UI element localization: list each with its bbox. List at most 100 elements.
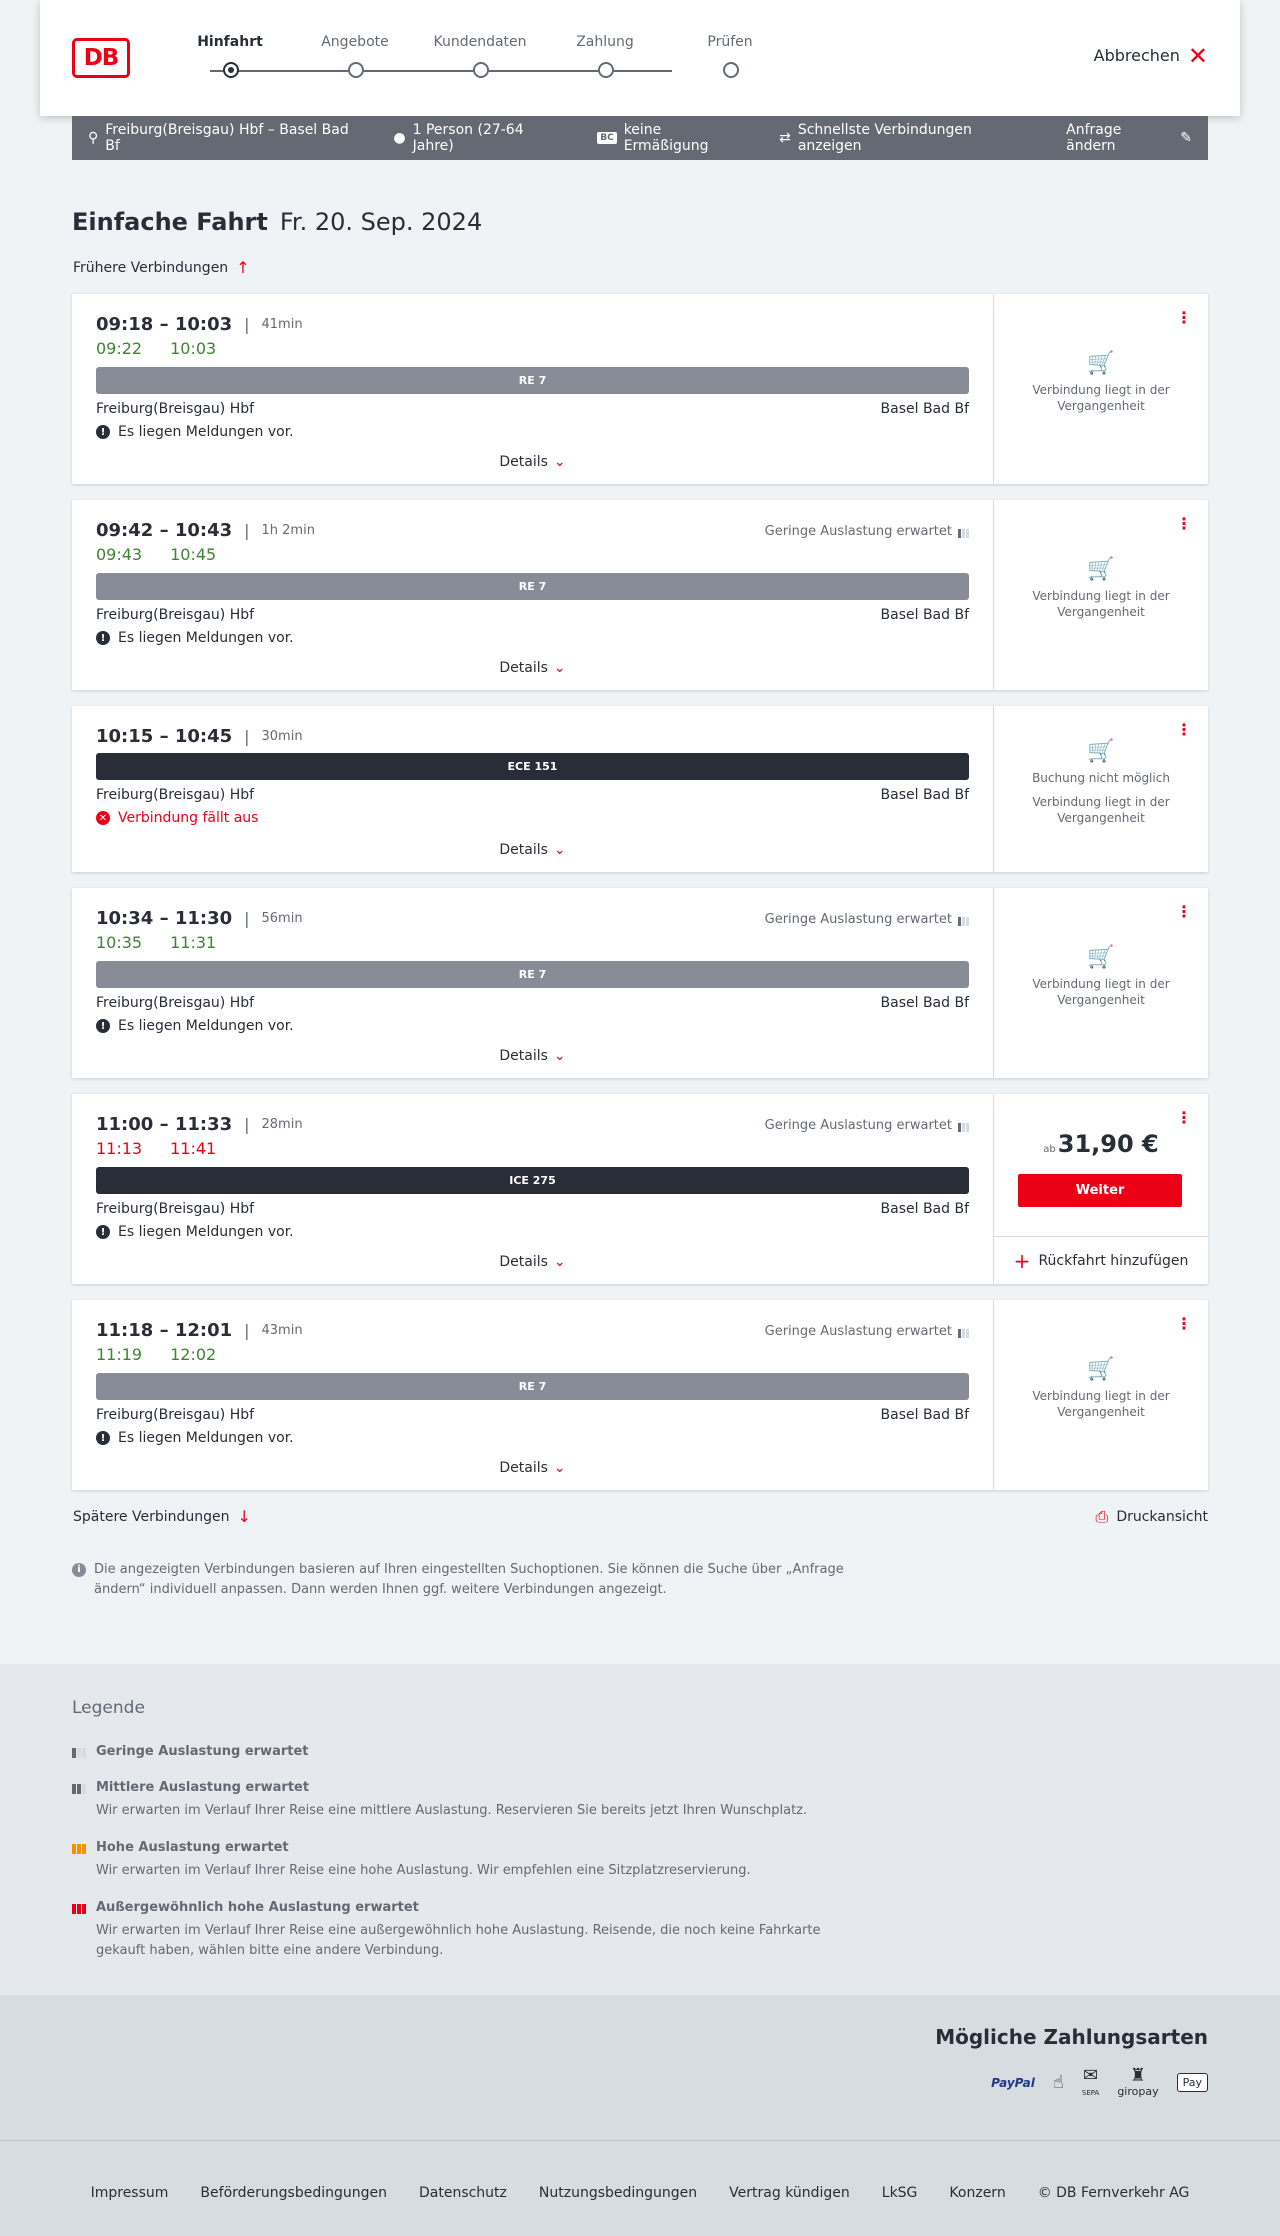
- summary-fastest[interactable]: ⇄ Schnellste Verbindungen anzeigen: [779, 122, 1034, 154]
- legend-item-title: Mittlere Auslastung erwartet: [96, 1780, 310, 1795]
- connection-card[interactable]: 10:15 – 10:45 | 30min ECE 151 Freiburg(Bre…: [72, 706, 1208, 872]
- train-bar[interactable]: RE 7: [96, 961, 969, 988]
- cart-unavailable-icon: 🛒: [1087, 1357, 1115, 1382]
- footer-link-impressum[interactable]: Impressum: [91, 2185, 169, 2201]
- footer-link-datenschutz[interactable]: Datenschutz: [419, 2185, 507, 2201]
- location-pin-icon: ⚲: [88, 130, 99, 146]
- footer-link-befoerderungsbedingungen[interactable]: Beförderungsbedingungen: [200, 2185, 387, 2201]
- db-logo[interactable]: DB: [72, 38, 130, 78]
- booking-panel: ⋮ 🛒 Buchung nicht möglich Verbindung lie…: [994, 706, 1208, 872]
- booking-panel: ⋮ 🛒 Verbindung liegt in der Vergangenhei…: [994, 888, 1208, 1078]
- apple-pay-logo: Pay: [1176, 2073, 1208, 2092]
- origin-station: Freiburg(Breisgau) Hbf: [96, 1407, 255, 1423]
- more-options-icon[interactable]: ⋮: [1176, 1316, 1192, 1332]
- bahncard-icon: BC: [597, 132, 617, 144]
- details-toggle[interactable]: Details ⌄: [72, 1460, 993, 1476]
- status-text: Verbindung liegt in der Vergangenheit: [1032, 1389, 1170, 1419]
- status-booking-text: Buchung nicht möglich: [1032, 771, 1170, 785]
- sepa-direct-debit-icon: ✉ SEPA: [1081, 2065, 1100, 2098]
- cancel-button[interactable]: Abbrechen ✕: [1094, 44, 1208, 68]
- more-options-icon[interactable]: ⋮: [1176, 1110, 1192, 1126]
- destination-station: Basel Bad Bf: [880, 995, 969, 1011]
- route-text: Freiburg(Breisgau) Hbf – Basel Bad Bf: [105, 122, 349, 154]
- summary-passengers[interactable]: ● 1 Person (27-64 Jahre): [393, 122, 565, 154]
- details-toggle[interactable]: Details ⌄: [72, 660, 993, 676]
- details-toggle[interactable]: Details ⌄: [72, 454, 993, 470]
- details-label: Details: [499, 454, 548, 470]
- more-options-icon[interactable]: ⋮: [1176, 310, 1192, 326]
- more-options-icon[interactable]: ⋮: [1176, 904, 1192, 920]
- footer-links: Impressum Beförderungsbedingungen Datens…: [0, 2185, 1280, 2201]
- details-toggle[interactable]: Details ⌄: [72, 1048, 993, 1064]
- occupancy-text: Geringe Auslastung erwartet: [764, 1324, 952, 1339]
- footer-link-konzern[interactable]: Konzern: [949, 2185, 1005, 2201]
- print-view-link[interactable]: ⎙ Druckansicht: [1096, 1507, 1208, 1527]
- step-zahlung: Zahlung: [555, 34, 655, 78]
- summary-discount[interactable]: BC keine Ermäßigung: [597, 122, 747, 154]
- connection-info: 11:00 – 11:33 | 28min Geringe Auslastung e…: [72, 1094, 994, 1284]
- more-options-icon[interactable]: ⋮: [1176, 722, 1192, 738]
- add-return-button[interactable]: + Rückfahrt hinzufügen: [994, 1236, 1208, 1284]
- add-return-label: Rückfahrt hinzufügen: [1038, 1252, 1189, 1269]
- later-connections-link[interactable]: Spätere Verbindungen ↓: [73, 1507, 251, 1526]
- realtime-departure: 09:43: [96, 545, 143, 564]
- step-dot: [723, 62, 739, 78]
- step-hinfahrt: Hinfahrt: [180, 34, 280, 78]
- train-bar[interactable]: ECE 151: [96, 753, 969, 780]
- details-label: Details: [499, 1048, 548, 1064]
- booking-status: 🛒 Verbindung liegt in der Vergangenheit: [1004, 559, 1198, 620]
- legend-section: Legende Geringe Auslastung erwartet Mitt…: [0, 1664, 1280, 1995]
- connection-times: 10:15 – 10:45 | 30min: [96, 726, 969, 747]
- alert-icon: !: [96, 1431, 110, 1445]
- realtime-times: 11:19 12:02: [96, 1345, 969, 1364]
- summary-route[interactable]: ⚲ Freiburg(Breisgau) Hbf – Basel Bad Bf: [88, 122, 361, 154]
- pencil-icon: ✎: [1180, 130, 1192, 146]
- separator: |: [244, 1321, 250, 1340]
- footer-link-lksg[interactable]: LkSG: [882, 2185, 918, 2201]
- stations: Freiburg(Breisgau) Hbf Basel Bad Bf: [96, 1201, 969, 1217]
- credit-card-hand-icon: ☝: [1052, 2071, 1064, 2093]
- alert-icon: !: [96, 1019, 110, 1033]
- scheduled-times: 11:18 – 12:01: [96, 1320, 233, 1341]
- scheduled-times: 10:34 – 11:30: [96, 908, 233, 929]
- passengers-text: 1 Person (27-64 Jahre): [412, 122, 524, 154]
- connection-info: 11:18 – 12:01 | 43min Geringe Auslastung e…: [72, 1300, 994, 1490]
- train-bar[interactable]: RE 7: [96, 1373, 969, 1400]
- duration: 43min: [261, 1323, 303, 1338]
- connection-card[interactable]: 11:00 – 11:33 | 28min Geringe Auslastung e…: [72, 1094, 1208, 1284]
- connection-card[interactable]: 11:18 – 12:01 | 43min Geringe Auslastung e…: [72, 1300, 1208, 1490]
- realtime-arrival: 11:31: [170, 933, 217, 952]
- continue-button[interactable]: Weiter: [1018, 1174, 1182, 1207]
- booking-status: 🛒 Verbindung liegt in der Vergangenheit: [1004, 353, 1198, 414]
- earlier-connections-link[interactable]: Frühere Verbindungen ↑: [73, 258, 250, 277]
- message-text: Es liegen Meldungen vor.: [118, 1224, 294, 1240]
- connection-card[interactable]: 10:34 – 11:30 | 56min Geringe Auslastung e…: [72, 888, 1208, 1078]
- details-label: Details: [499, 660, 548, 676]
- train-bar[interactable]: RE 7: [96, 573, 969, 600]
- connection-card[interactable]: 09:42 – 10:43 | 1h 2min Geringe Auslastung…: [72, 500, 1208, 690]
- train-bar[interactable]: RE 7: [96, 367, 969, 394]
- info-note-text: Die angezeigten Verbindungen basieren au…: [94, 1562, 844, 1597]
- page-title-row: Einfache Fahrt Fr. 20. Sep. 2024: [72, 208, 482, 236]
- step-label: Zahlung: [576, 34, 634, 50]
- train-bar[interactable]: ICE 275: [96, 1167, 969, 1194]
- realtime-departure: 11:13: [96, 1139, 143, 1158]
- change-request-button[interactable]: Anfrage ändern ✎: [1066, 122, 1192, 154]
- occupancy-medium-icon: [72, 1782, 88, 1794]
- footer-link-nutzungsbedingungen[interactable]: Nutzungsbedingungen: [539, 2185, 697, 2201]
- payment-methods-title: Mögliche Zahlungsarten: [935, 2025, 1208, 2049]
- destination-station: Basel Bad Bf: [880, 1201, 969, 1217]
- status-text: Verbindung liegt in der Vergangenheit: [1032, 977, 1170, 1007]
- more-options-icon[interactable]: ⋮: [1176, 516, 1192, 532]
- footer-link-vertrag-kuendigen[interactable]: Vertrag kündigen: [729, 2185, 850, 2201]
- legend-item-desc: Wir erwarten im Verlauf Ihrer Reise eine…: [96, 1923, 821, 1958]
- realtime-departure: 09:22: [96, 339, 143, 358]
- booking-status: 🛒 Verbindung liegt in der Vergangenheit: [1004, 1357, 1198, 1420]
- details-toggle[interactable]: Details ⌄: [72, 1254, 993, 1270]
- destination-station: Basel Bad Bf: [880, 607, 969, 623]
- connection-card[interactable]: 09:18 – 10:03 | 41min 09:22 10:03 RE 7 Frei…: [72, 294, 1208, 484]
- destination-station: Basel Bad Bf: [880, 1407, 969, 1423]
- details-toggle[interactable]: Details ⌄: [72, 842, 993, 858]
- destination-station: Basel Bad Bf: [880, 401, 969, 417]
- step-dot: [473, 62, 489, 78]
